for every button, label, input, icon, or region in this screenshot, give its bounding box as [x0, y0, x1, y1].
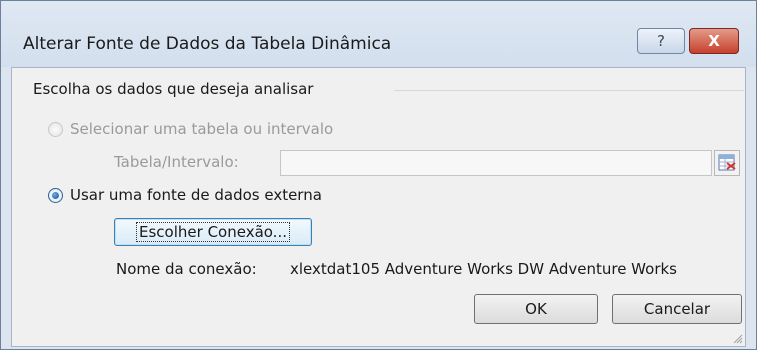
- choose-connection-label: Escolher Conexão...: [136, 222, 290, 242]
- dialog-title: Alterar Fonte de Dados da Tabela Dinâmic…: [23, 34, 392, 54]
- radio-external-source-label: Usar uma fonte de dados externa: [70, 186, 322, 204]
- radio-select-table-range[interactable]: [48, 122, 63, 137]
- radio-selected-dot: [52, 192, 59, 199]
- close-button[interactable]: X: [689, 28, 739, 54]
- connection-name-label: Nome da conexão:: [116, 260, 257, 278]
- help-icon: ?: [657, 32, 665, 50]
- range-picker-icon: [718, 154, 736, 171]
- resize-grip-icon[interactable]: [731, 332, 743, 344]
- dialog-window: Alterar Fonte de Dados da Tabela Dinâmic…: [0, 0, 757, 350]
- group-label: Escolha os dados que deseja analisar: [33, 80, 314, 98]
- title-bar: Alterar Fonte de Dados da Tabela Dinâmic…: [1, 1, 756, 67]
- group-divider: [394, 90, 744, 91]
- help-button[interactable]: ?: [637, 28, 685, 54]
- ok-button[interactable]: OK: [474, 294, 598, 324]
- radio-external-source[interactable]: [48, 188, 63, 203]
- table-range-label: Tabela/Intervalo:: [114, 153, 239, 171]
- cancel-button[interactable]: Cancelar: [612, 294, 742, 324]
- connection-name-value: xlextdat105 Adventure Works DW Adventure…: [290, 260, 677, 278]
- dialog-body: Escolha os dados que deseja analisar Sel…: [11, 67, 746, 347]
- radio-select-table-range-label: Selecionar uma tabela ou intervalo: [70, 120, 334, 138]
- choose-connection-button[interactable]: Escolher Conexão...: [114, 218, 312, 246]
- range-picker-button[interactable]: [714, 150, 740, 176]
- close-icon: X: [708, 32, 720, 50]
- table-range-input[interactable]: [280, 150, 712, 176]
